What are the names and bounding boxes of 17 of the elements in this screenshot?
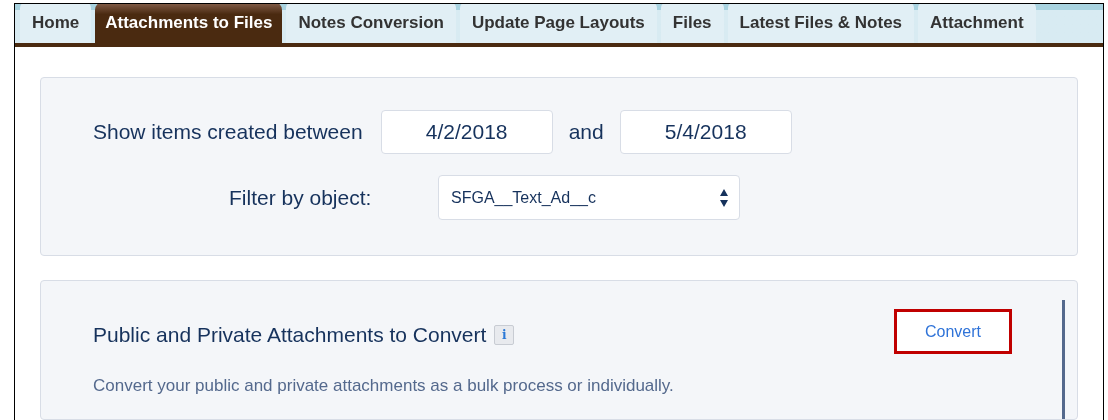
tab[interactable]: Home <box>20 4 92 43</box>
info-icon[interactable]: i <box>494 325 515 345</box>
and-label: and <box>568 119 604 146</box>
tab[interactable]: Attachment <box>918 4 1036 43</box>
tab[interactable]: Latest Files & Notes <box>727 4 915 43</box>
section-description: Convert your public and private attachments as a bulk process or individually. <box>93 375 675 397</box>
convert-button[interactable]: Convert <box>894 309 1012 354</box>
tab[interactable]: Attachments to Files <box>95 4 283 43</box>
section-title: Public and Private Attachments to Convert <box>93 322 487 349</box>
date-range-label: Show items created between <box>93 119 363 146</box>
tab[interactable]: Update Page Layouts <box>459 4 657 43</box>
tab[interactable]: Notes Conversion <box>286 4 456 43</box>
start-date-field[interactable]: 4/2/2018 <box>380 110 553 154</box>
end-date-field[interactable]: 5/4/2018 <box>619 110 792 154</box>
object-select[interactable]: SFGA__Text_Ad__c <box>438 175 740 220</box>
tab[interactable]: Files <box>660 4 724 43</box>
object-filter-label: Filter by object: <box>229 184 373 211</box>
